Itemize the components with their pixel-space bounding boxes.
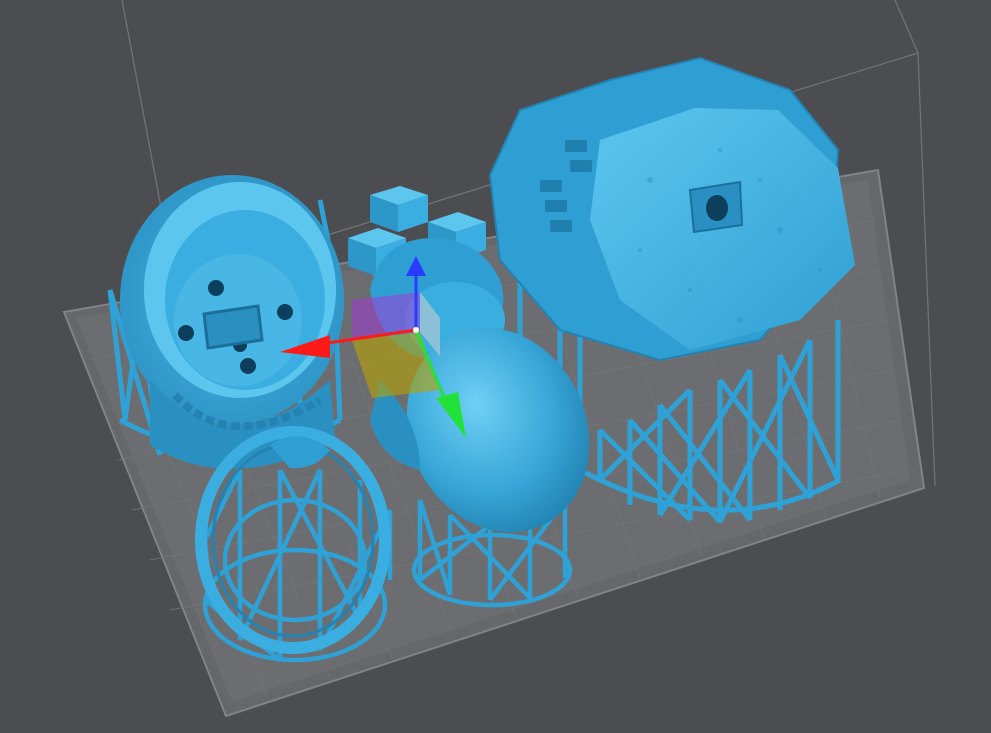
gizmo-plane-xz[interactable] [352,292,420,340]
3d-viewport[interactable] [0,0,991,733]
octagon-hole [706,195,728,221]
bowl-slot [202,304,264,350]
gizmo-center[interactable] [413,327,419,333]
cube-block-back [370,186,428,232]
scene-canvas[interactable] [0,0,991,733]
